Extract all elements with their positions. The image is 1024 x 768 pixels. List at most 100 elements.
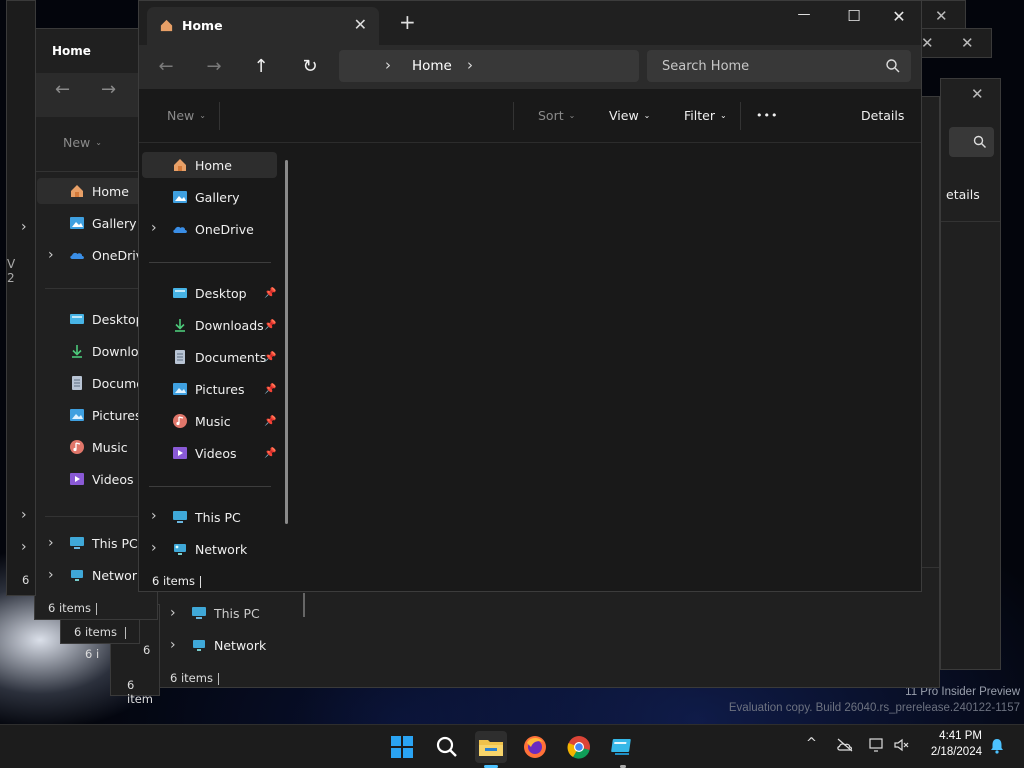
ghost-nav-videos[interactable]: Videos <box>69 466 134 492</box>
close-window-button[interactable]: ✕ <box>876 7 921 31</box>
back-button[interactable]: ← <box>152 55 180 79</box>
chevron-right-icon[interactable]: › <box>21 507 27 523</box>
new-button[interactable]: New ⌄ <box>167 108 206 123</box>
sidebar-item-network[interactable]: Network <box>172 536 247 562</box>
chevron-right-icon[interactable]: › <box>151 220 157 236</box>
forward-button[interactable]: → <box>200 55 228 79</box>
sidebar-item-gallery[interactable]: Gallery <box>172 184 240 210</box>
back-icon[interactable]: ← <box>55 79 70 100</box>
sidebar-item-this-pc[interactable]: This PC <box>172 504 241 530</box>
sidebar-item-videos[interactable]: Videos <box>172 440 237 466</box>
volume-muted-icon[interactable] <box>893 737 911 757</box>
pin-icon[interactable]: 📌 <box>264 320 276 331</box>
status-divider <box>200 576 201 588</box>
new-tab-button[interactable]: + <box>399 12 416 32</box>
title-bar: Home ✕ + — ☐ ✕ <box>139 1 921 45</box>
notification-bell-icon[interactable] <box>988 737 1006 759</box>
address-field[interactable]: › Home › <box>339 50 639 82</box>
breadcrumb-separator-icon[interactable]: › <box>467 56 473 74</box>
view-button[interactable]: View ⌄ <box>609 108 650 123</box>
chevron-right-icon[interactable]: › <box>21 539 27 555</box>
forward-icon[interactable]: → <box>101 79 116 100</box>
sidebar-item-desktop[interactable]: Desktop <box>172 280 247 306</box>
up-button[interactable]: ↑ <box>247 55 275 79</box>
chevron-right-icon[interactable]: › <box>48 567 54 583</box>
details-button[interactable]: Details <box>861 108 904 123</box>
videos-icon <box>172 445 188 461</box>
app-icon <box>611 739 631 755</box>
chevron-right-icon[interactable]: › <box>170 637 176 653</box>
ghost-nav-network[interactable]: Network <box>69 562 144 588</box>
file-list-area[interactable] <box>297 144 921 570</box>
ghost-nav-downloads[interactable]: Downloa <box>69 338 146 364</box>
ghost-nav-desktop[interactable]: Desktop <box>69 306 144 332</box>
taskbar-firefox[interactable] <box>519 731 551 763</box>
sidebar-item-pictures[interactable]: Pictures <box>172 376 245 402</box>
documents-icon <box>172 349 188 365</box>
pin-icon[interactable]: 📌 <box>264 416 276 427</box>
ghost-nav-network[interactable]: Network <box>191 632 266 658</box>
this-pc-icon <box>191 605 207 621</box>
minimize-button[interactable]: — <box>781 7 827 31</box>
pin-icon[interactable]: 📌 <box>264 384 276 395</box>
ghost-nav-gallery[interactable]: Gallery <box>69 210 137 236</box>
ghost-nav-music[interactable]: Music <box>69 434 128 460</box>
chevron-right-icon[interactable]: › <box>151 540 157 556</box>
pin-icon[interactable]: 📌 <box>264 352 276 363</box>
search-input[interactable] <box>647 50 911 82</box>
ghost-nav-this-pc[interactable]: This PC <box>69 530 138 556</box>
taskbar-search-button[interactable] <box>431 731 463 763</box>
close-icon[interactable]: ✕ <box>971 85 984 103</box>
taskbar-app[interactable] <box>607 731 639 763</box>
sort-button[interactable]: Sort ⌄ <box>538 108 575 123</box>
ghost-details-label: etails <box>946 187 980 202</box>
breadcrumb-home[interactable]: Home <box>412 58 452 74</box>
taskbar-chrome[interactable] <box>563 731 595 763</box>
refresh-button[interactable]: ↻ <box>296 55 324 79</box>
breadcrumb-separator-icon[interactable]: › <box>385 56 391 74</box>
close-icon[interactable]: ✕ <box>935 7 948 25</box>
sidebar-item-onedrive[interactable]: OneDrive <box>172 216 254 242</box>
this-pc-icon <box>172 509 188 525</box>
chevron-right-icon[interactable]: › <box>48 247 54 263</box>
ghost-new-button[interactable]: New ⌄ <box>63 135 102 150</box>
sidebar-item-music[interactable]: Music <box>172 408 231 434</box>
chevron-right-icon[interactable]: › <box>151 508 157 524</box>
sidebar-scrollbar[interactable] <box>285 160 288 524</box>
downloads-icon <box>172 317 188 333</box>
windows-start-icon <box>391 736 413 758</box>
close-icon[interactable]: ✕ <box>921 34 934 52</box>
close-icon[interactable]: ✕ <box>961 34 974 52</box>
clock-date[interactable]: 2/18/2024 <box>918 746 982 758</box>
sidebar-item-home[interactable]: Home <box>142 152 277 178</box>
chevron-down-icon: ⌄ <box>643 111 651 120</box>
ghost-nav-pictures[interactable]: Pictures <box>69 402 142 428</box>
maximize-button[interactable]: ☐ <box>831 7 877 31</box>
chevron-right-icon[interactable]: › <box>21 219 27 235</box>
chevron-right-icon[interactable]: › <box>170 605 176 621</box>
ghost-status-tiny: 6 i <box>85 647 100 661</box>
chevron-down-icon: ⌄ <box>719 111 727 120</box>
tray-chevron-icon[interactable]: ^ <box>806 736 817 751</box>
pin-icon[interactable]: 📌 <box>264 288 276 299</box>
pin-icon[interactable]: 📌 <box>264 448 276 459</box>
home-icon <box>69 183 85 199</box>
filter-button[interactable]: Filter ⌄ <box>684 108 727 123</box>
desktop-icon <box>69 311 85 327</box>
search-icon[interactable] <box>885 58 901 74</box>
tab-home[interactable]: Home ✕ <box>147 7 379 45</box>
chevron-right-icon[interactable]: › <box>48 535 54 551</box>
taskbar-file-explorer[interactable] <box>475 731 507 763</box>
close-tab-icon[interactable]: ✕ <box>354 15 367 34</box>
ghost-nav-this-pc[interactable]: This PC <box>191 600 260 626</box>
network-tray-icon[interactable] <box>868 737 886 757</box>
sidebar-item-downloads[interactable]: Downloads <box>172 312 264 338</box>
more-options-button[interactable]: ••• <box>756 109 778 122</box>
ghost-search-box[interactable] <box>949 127 994 157</box>
music-icon <box>172 413 188 429</box>
home-icon <box>172 157 188 173</box>
clock-time[interactable]: 4:41 PM <box>930 730 982 742</box>
onedrive-tray-icon[interactable] <box>836 737 854 757</box>
start-button[interactable] <box>386 731 418 763</box>
sidebar-item-documents[interactable]: Documents <box>172 344 266 370</box>
